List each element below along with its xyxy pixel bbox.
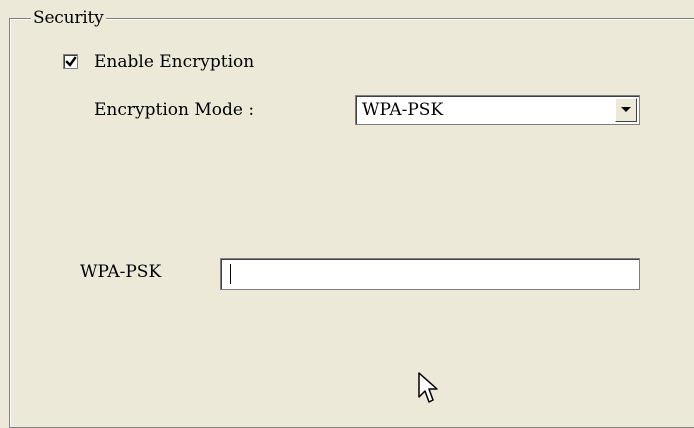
mouse-pointer-icon xyxy=(418,372,440,410)
security-groupbox xyxy=(9,18,694,428)
wpa-psk-input[interactable] xyxy=(220,258,640,290)
encryption-mode-value: WPA-PSK xyxy=(362,100,444,120)
encryption-mode-label: Encryption Mode : xyxy=(94,100,255,120)
checkmark-icon xyxy=(65,56,77,67)
security-groupbox-title: Security xyxy=(31,7,106,29)
enable-encryption-checkbox[interactable] xyxy=(63,54,78,69)
enable-encryption-label[interactable]: Enable Encryption xyxy=(94,51,254,73)
wpa-psk-label: WPA-PSK xyxy=(80,262,162,282)
encryption-mode-select[interactable]: WPA-PSK xyxy=(355,95,640,125)
dropdown-arrow-icon xyxy=(621,107,631,112)
encryption-mode-dropdown-button[interactable] xyxy=(615,98,637,122)
text-caret xyxy=(230,264,231,284)
